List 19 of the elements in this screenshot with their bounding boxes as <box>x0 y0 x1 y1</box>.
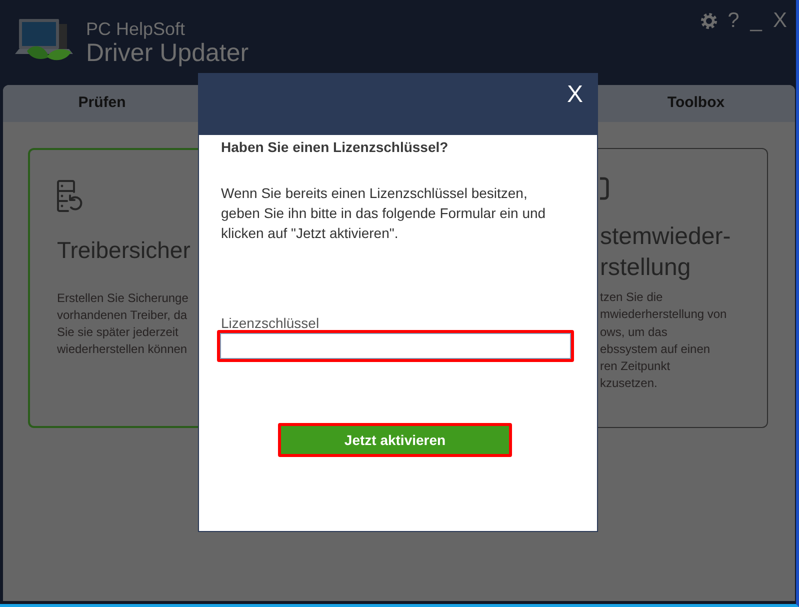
settings-icon[interactable] <box>700 13 717 29</box>
card-description: tzen Sie die mwiederherstellung von ows, um das ebssystem auf einen ren Zeitpunkt kzusetzen. <box>600 289 727 392</box>
card-title: stemwieder- rstellung <box>600 222 731 283</box>
tab[interactable]: Toolbox <box>597 85 795 122</box>
license-key-field[interactable] <box>217 330 574 362</box>
card-description: Erstellen Sie Sicherunge vorhandenen Treiber, da Sie sie später jederzeit wiederherstellen können <box>57 290 188 358</box>
close-button[interactable]: X <box>566 82 583 108</box>
server-restore-icon <box>57 180 83 212</box>
activate-button[interactable]: Jetzt aktivieren <box>278 423 512 457</box>
help-button[interactable]: ? <box>728 9 740 33</box>
dialog-title: Haben Sie einen Lizenzschlüssel? <box>221 138 448 156</box>
dialog-message: Wenn Sie bereits einen Lizenzschlüssel besitzen, geben Sie ihn bitte in das folgende Formular ein und klicken auf "Jetzt aktivieren". <box>221 184 547 243</box>
field-label: Lizenzschlüssel <box>221 316 320 330</box>
minimize-button[interactable]: _ <box>750 9 762 33</box>
card-title: Treibersicher <box>57 236 190 265</box>
brand-name: PC HelpSoft <box>86 19 186 39</box>
product-name: Driver Updater <box>86 39 249 67</box>
tab[interactable]: Prüfen <box>3 85 201 122</box>
close-button[interactable]: X <box>772 9 787 33</box>
